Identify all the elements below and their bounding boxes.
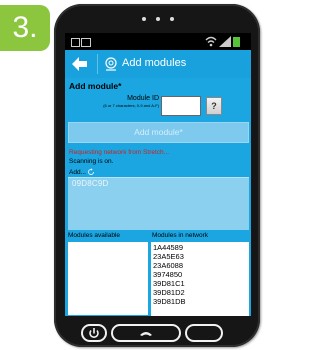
power-button[interactable] [81,324,107,342]
call-icon [140,332,152,336]
add-module-button[interactable]: Add module* [68,122,249,143]
scanning-status: Scanning is on. [69,158,114,165]
network-module-item[interactable]: 39D81C1 [153,279,185,288]
power-icon [89,328,99,338]
speaker-dots [142,17,176,23]
phone-frame: Add modules Add module* Module ID (6 or … [54,4,260,347]
found-module-item[interactable]: 09D8C9D [72,179,109,188]
network-module-item[interactable]: 1A44589 [153,243,183,252]
page-title: Add modules [122,57,187,69]
phone-screen: Add modules Add module* Module ID (6 or … [65,33,251,316]
battery-icon [233,37,240,47]
signal-icon [219,36,231,47]
network-module-item[interactable]: 39D81DB [153,297,186,306]
help-button[interactable]: ? [206,97,222,115]
network-module-item[interactable]: 39D81D2 [153,288,185,297]
notification-icon [71,38,80,47]
end-button[interactable] [185,324,223,342]
title-divider [97,54,98,74]
module-app-icon [105,57,117,71]
notification-icon [81,38,91,47]
back-arrow-icon[interactable] [67,52,91,76]
network-modules-list[interactable]: 1A44589 23A5E63 23A6088 3974850 39D81C1 … [151,242,249,316]
available-modules-list[interactable] [68,242,148,315]
module-id-input[interactable] [161,96,201,116]
section-heading: Add module* [69,81,122,91]
network-module-item[interactable]: 23A5E63 [153,252,184,261]
action-bar: Add modules [65,50,251,78]
refresh-icon [88,168,94,175]
network-header: Modules in network [152,232,208,239]
call-button[interactable] [111,324,181,342]
requesting-status: Requesting network from Stretch... [69,149,170,156]
main-content: Add module* Module ID (6 or 7 characters… [65,78,251,316]
hardware-nav [81,324,231,346]
wifi-icon [205,36,217,47]
status-icons [205,36,245,47]
add-label: Add... [69,169,86,176]
notification-icons [71,37,91,47]
network-module-item[interactable]: 23A6088 [153,261,183,270]
network-module-item[interactable]: 3974850 [153,270,182,279]
module-id-hint: (6 or 7 characters; 0-9 and A-F) [103,103,159,108]
status-bar [65,33,251,50]
available-header: Modules available [68,232,121,239]
found-modules-list[interactable]: 09D8C9D [68,177,249,230]
step-badge: 3. [0,5,50,51]
module-id-label: Module ID [127,95,159,102]
